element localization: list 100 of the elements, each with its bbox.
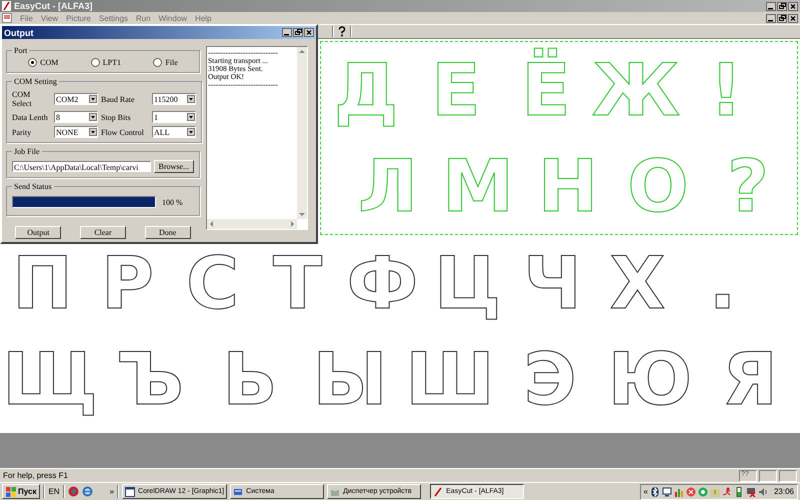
browser-e-icon[interactable]: [82, 486, 93, 497]
minimize-icon[interactable]: [766, 14, 776, 22]
pen-icon: [433, 486, 444, 496]
vertical-scrollbar[interactable]: [297, 47, 307, 219]
start-button[interactable]: Пуск: [2, 484, 40, 499]
windows-logo-icon: [6, 486, 16, 496]
language-indicator[interactable]: EN: [48, 487, 60, 496]
speaker-icon[interactable]: [758, 486, 768, 496]
menu-item[interactable]: Settings: [99, 14, 128, 22]
close-icon[interactable]: [304, 28, 314, 37]
window-icon: [125, 486, 136, 496]
outline-letter: Ё: [520, 46, 572, 134]
outline-letter: Щ: [1, 336, 99, 423]
outline-letter: .: [708, 240, 738, 327]
help-icon[interactable]: [337, 26, 347, 37]
outline-letter: Ц: [433, 240, 502, 327]
radio-button[interactable]: COM: [28, 58, 58, 67]
input-field[interactable]: C:\Users\1\AppData\Local\Temp\carvi: [12, 161, 151, 172]
field-label: Parity: [12, 128, 32, 136]
caret-icon: [89, 113, 97, 121]
outline-letter: Д: [332, 47, 400, 134]
dropdown[interactable]: NONE: [54, 126, 98, 138]
bar-chart-icon[interactable]: [674, 486, 684, 496]
outline-letter: Ю: [606, 336, 694, 423]
menu-item[interactable]: Window: [158, 14, 188, 22]
dialog-button[interactable]: Output: [15, 226, 62, 239]
progress-reading: 100 %: [162, 198, 183, 206]
outline-letter: Н: [536, 143, 600, 230]
menu-item[interactable]: Run: [136, 14, 151, 22]
more-button[interactable]: »: [110, 487, 114, 496]
caret-icon: [187, 113, 195, 121]
outline-letter: П: [11, 240, 74, 327]
globe-icon[interactable]: [68, 486, 79, 497]
outline-letter: Р: [100, 240, 155, 327]
dropdown[interactable]: COM2: [54, 93, 98, 105]
outline-letter: Ь: [222, 336, 278, 423]
restore-icon[interactable]: [293, 28, 303, 37]
group-label: Job File: [13, 147, 41, 156]
expand-button[interactable]: «: [644, 487, 648, 496]
field-label: Baud Rate: [101, 94, 136, 104]
pen-icon: [2, 1, 11, 11]
outline-letter: Э: [522, 336, 578, 423]
minimize-icon[interactable]: [766, 2, 776, 10]
caret-icon: [187, 128, 195, 136]
dropdown[interactable]: 1: [152, 111, 196, 123]
outline-letter: Т: [272, 240, 324, 327]
outline-letter: Ч: [522, 240, 583, 327]
status-text: For help, press F1: [3, 471, 68, 480]
network-cross-icon[interactable]: [746, 486, 756, 496]
caret-icon: [187, 95, 195, 103]
field-label: COM Select: [12, 90, 33, 108]
caret-icon: [89, 95, 97, 103]
bluetooth-icon[interactable]: [650, 486, 660, 496]
minimize-icon[interactable]: [282, 28, 292, 37]
status-panel: [779, 470, 797, 482]
radio-button[interactable]: File: [153, 58, 178, 67]
menu-item[interactable]: Picture: [66, 14, 91, 22]
window-title: EasyCut - [ALFA3]: [14, 1, 93, 11]
menu-item[interactable]: File: [20, 14, 33, 22]
stop-icon[interactable]: [686, 486, 696, 496]
outline-letter: !: [708, 47, 744, 134]
restore-icon[interactable]: [777, 2, 787, 10]
group-label: Port: [13, 46, 28, 55]
outline-letter: О: [626, 143, 690, 230]
menu-item[interactable]: View: [40, 14, 58, 22]
close-icon[interactable]: [788, 14, 798, 22]
horizontal-scrollbar[interactable]: [207, 219, 297, 229]
dropdown[interactable]: 8: [54, 111, 98, 123]
circle-icon[interactable]: [698, 486, 708, 496]
dialog-button[interactable]: Done: [144, 226, 191, 239]
outline-letter: Ъ: [115, 336, 185, 423]
outline-letter: Ы: [312, 336, 388, 423]
field-label: Stop Bits: [101, 112, 132, 122]
menu-item[interactable]: Help: [195, 14, 212, 22]
field-label: Flow Control: [101, 128, 145, 136]
outline-letter: М: [441, 143, 515, 230]
dropdown[interactable]: ALL: [152, 126, 196, 138]
dropdown[interactable]: 115200: [152, 93, 196, 105]
group-label: COM Setting: [13, 77, 58, 86]
outline-letter: С: [185, 240, 240, 327]
outline-letter: ?: [726, 143, 770, 230]
outline-letter: Л: [357, 143, 419, 230]
dialog-title: Output: [4, 28, 34, 38]
close-icon[interactable]: [788, 2, 798, 10]
restore-icon[interactable]: [777, 14, 787, 22]
battery-icon[interactable]: [734, 486, 744, 496]
outline-letter: Я: [721, 336, 779, 423]
status-panel: [759, 470, 777, 482]
outline-letter: Ж: [591, 47, 681, 134]
outline-letter: Ш: [404, 336, 496, 423]
dialog-button[interactable]: Clear: [80, 226, 126, 239]
outline-letter: Х: [608, 240, 666, 327]
browse-button[interactable]: Browse...: [154, 160, 194, 173]
caret-icon: [89, 128, 97, 136]
radio-button[interactable]: LPT1: [90, 58, 121, 67]
outline-letter: Ф: [346, 240, 420, 327]
field-label: Data Lenth: [12, 112, 49, 122]
outline-letter: Е: [430, 47, 482, 134]
running-figure-icon[interactable]: [722, 486, 732, 496]
group-label: Send Status: [13, 182, 53, 191]
